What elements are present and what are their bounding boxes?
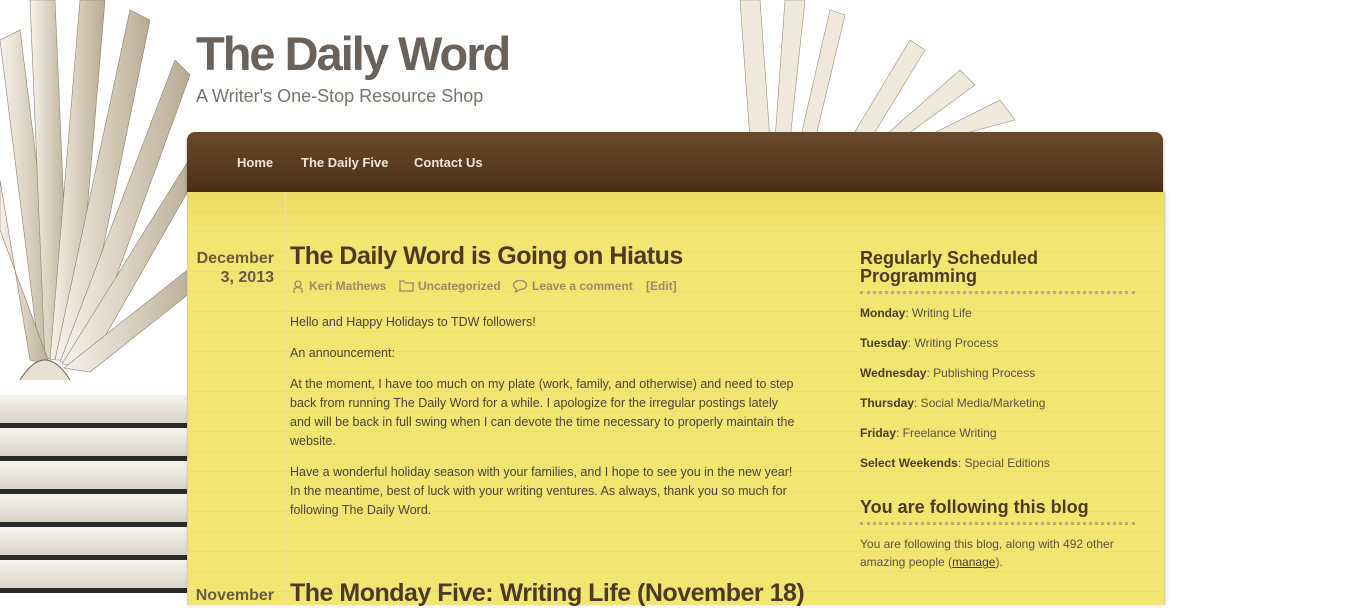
schedule-item: Thursday: Social Media/Marketing [860,396,1135,426]
schedule-item: Select Weekends: Special Editions [860,456,1135,486]
book-pages-decoration-right [739,0,1016,140]
nav-item-home[interactable]: Home [237,155,273,170]
schedule-item: Friday: Freelance Writing [860,426,1135,456]
post-paragraph: Have a wonderful holiday season with you… [290,465,793,517]
book-pages-decoration-left [0,0,200,381]
schedule-item: Tuesday: Writing Process [860,336,1135,366]
follow-text-after: ). [995,555,1003,569]
main-nav: Home The Daily Five Contact Us [187,132,1163,192]
sidebar: Regularly Scheduled Programming Monday: … [860,249,1135,571]
post-title[interactable]: The Daily Word is Going on Hiatus [290,242,683,271]
post-paragraph: At the moment, I have too much on my pla… [290,377,795,448]
post-content: Hello and Happy Holidays to TDW follower… [290,313,800,532]
post-paragraph: Hello and Happy Holidays to TDW follower… [290,315,536,329]
edit-link[interactable]: [Edit] [646,279,677,293]
post-date: December 3, 2013 [196,250,274,286]
post-paragraph: An announcement: [290,346,395,360]
follow-text: You are following this blog, along with … [860,535,1135,571]
post-date: November [195,587,274,604]
schedule-topic: : Writing Process [907,336,999,350]
schedule-day: Select Weekends [860,456,958,470]
leave-comment-link[interactable]: Leave a comment [532,279,633,293]
schedule-list: Monday: Writing Life Tuesday: Writing Pr… [860,306,1135,486]
schedule-day: Tuesday [860,336,908,350]
site-title[interactable]: The Daily Word [196,26,511,81]
folder-icon [399,280,414,292]
manage-link[interactable]: manage [952,555,995,569]
site-tagline: A Writer's One-Stop Resource Shop [196,86,484,106]
schedule-day: Friday [860,426,897,440]
nav-item-contact-us[interactable]: Contact Us [414,155,483,170]
widget-title-follow: You are following this blog [860,498,1135,525]
schedule-item: Wednesday: Publishing Process [860,366,1135,396]
person-icon [293,280,303,293]
post-title[interactable]: The Monday Five: Writing Life (November … [290,579,805,608]
post-author-link[interactable]: Keri Mathews [309,279,386,293]
schedule-topic: : Publishing Process [926,366,1036,380]
comment-icon [512,279,528,293]
schedule-day: Wednesday [860,366,927,380]
schedule-topic: : Special Editions [957,456,1050,470]
schedule-item: Monday: Writing Life [860,306,1135,336]
schedule-day: Monday [860,306,906,320]
schedule-topic: : Freelance Writing [896,426,997,440]
notebook-margin-line [285,192,286,605]
schedule-topic: : Writing Life [905,306,972,320]
post-category-link[interactable]: Uncategorized [418,279,501,293]
schedule-day: Thursday [860,396,915,410]
book-stack-decoration [0,395,188,605]
widget-title-schedule: Regularly Scheduled Programming [860,249,1135,294]
schedule-topic: : Social Media/Marketing [914,396,1046,410]
nav-item-the-daily-five[interactable]: The Daily Five [301,155,388,170]
